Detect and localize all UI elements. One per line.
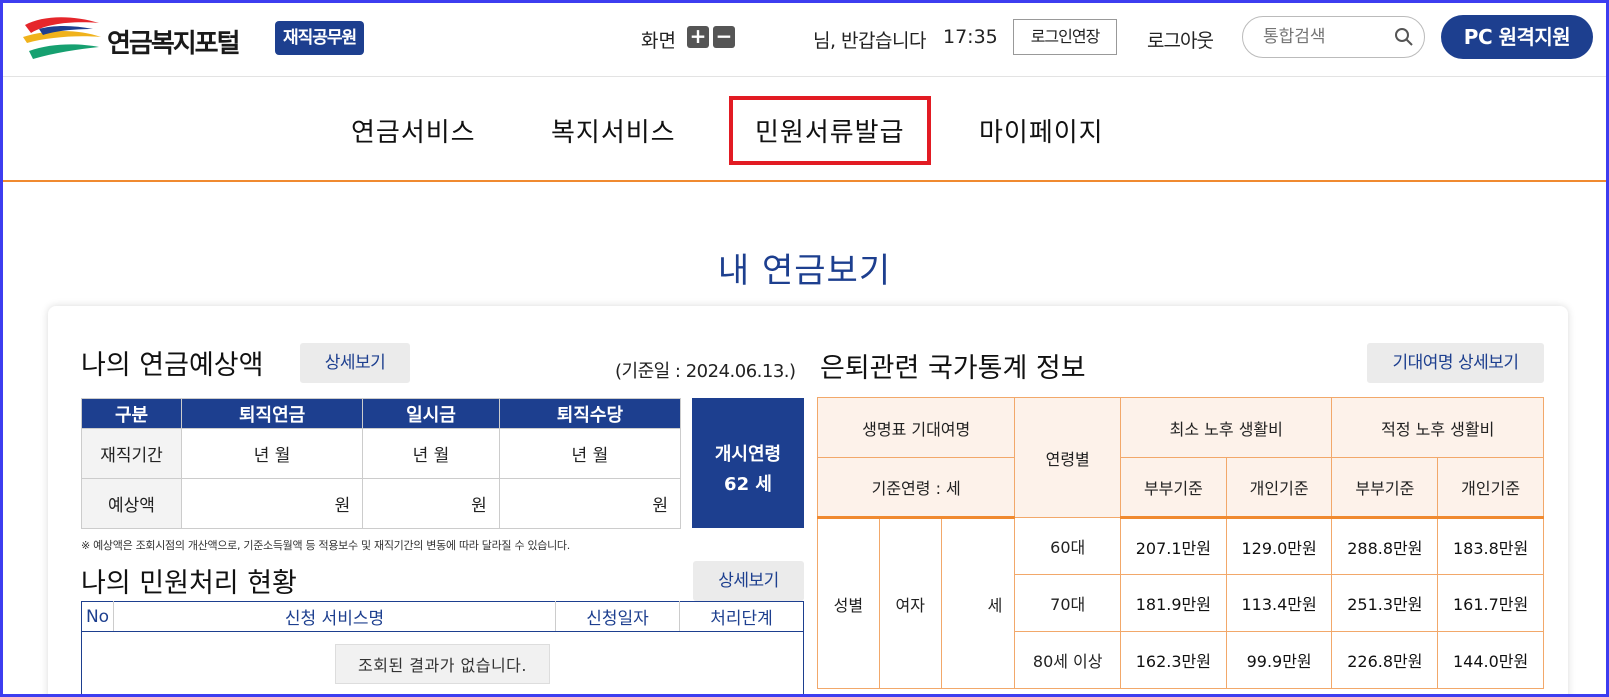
table-cell: 129.0만원 [1225, 517, 1333, 575]
table-cell: 원 [180, 478, 364, 529]
col-header: 기준연령 : 세 [816, 457, 1016, 519]
row-header: 성별 [817, 517, 880, 689]
row-header: 예상액 [81, 478, 182, 529]
table-cell: 144.0만원 [1437, 631, 1544, 689]
zoom-in-button[interactable]: + [687, 26, 709, 48]
table-cell: 161.7만원 [1437, 574, 1544, 632]
col-header: 부부기준 [1120, 457, 1227, 519]
col-header: No [81, 601, 114, 632]
col-header: 부부기준 [1331, 457, 1439, 519]
greeting-text: 님, 반갑습니다 [813, 30, 926, 52]
table-cell: 70대 [1014, 574, 1122, 632]
civil-detail-button[interactable]: 상세보기 [693, 561, 804, 601]
col-header: 처리단계 [679, 601, 804, 632]
col-header: 최소 노후 생활비 [1120, 397, 1333, 458]
logo-text[interactable]: 연금복지포털 [107, 23, 241, 60]
col-header: 퇴직수당 [498, 398, 682, 429]
col-header: 일시금 [362, 398, 500, 429]
main-nav: 연금서비스 복지서비스 민원서류발급 마이페이지 [3, 78, 1606, 182]
start-age-box: 개시연령 62 세 [692, 398, 804, 528]
table-row: 조회된 결과가 없습니다. [82, 632, 804, 695]
table-cell: 226.8만원 [1331, 631, 1439, 689]
logo-icon[interactable] [23, 15, 101, 59]
search-input[interactable] [1263, 27, 1383, 47]
col-header: 구분 [81, 398, 182, 429]
table-cell: 원 [498, 478, 682, 529]
start-age-value: 62 세 [724, 474, 772, 495]
table-cell: 원 [362, 478, 500, 529]
row-header: 재직기간 [81, 428, 182, 479]
life-expectancy-detail-button[interactable]: 기대여명 상세보기 [1367, 343, 1544, 383]
pc-remote-support-button[interactable]: PC 원격지원 [1441, 15, 1593, 59]
retirement-stats-title: 은퇴관련 국가통계 정보 [820, 353, 1086, 384]
table-row: 예상액 원 원 원 [81, 478, 682, 529]
col-header: 개인기준 [1225, 457, 1333, 519]
civil-status-table: No 신청 서비스명 신청일자 처리단계 조회된 결과가 없습니다. [81, 601, 804, 695]
extend-login-button[interactable]: 로그인연장 [1013, 19, 1117, 55]
retirement-stats-table: 생명표 기대여명 연령별 최소 노후 생활비 적정 노후 생활비 기준연령 : … [816, 397, 1544, 689]
table-cell: 80세 이상 [1014, 631, 1122, 689]
col-header: 연령별 [1014, 397, 1122, 518]
col-header: 생명표 기대여명 [816, 397, 1016, 458]
nav-item-mypage[interactable]: 마이페이지 [979, 112, 1104, 149]
table-cell: 세 [940, 517, 1016, 689]
pension-detail-button[interactable]: 상세보기 [300, 343, 410, 383]
table-cell: 60대 [1014, 517, 1122, 575]
table-row: 성별 여자 세 60대 207.1만원 129.0만원 288.8만원 183.… [817, 517, 1544, 689]
zoom-out-button[interactable]: − [713, 26, 735, 48]
nav-item-pension-service[interactable]: 연금서비스 [351, 112, 476, 149]
col-header: 적정 노후 생활비 [1331, 397, 1544, 458]
empty-result-message: 조회된 결과가 없습니다. [335, 644, 550, 684]
table-cell: 251.3만원 [1331, 574, 1439, 632]
col-header: 퇴직연금 [180, 398, 364, 429]
site-header: 연금복지포털 재직공무원 화면 + − 님, 반갑습니다 17:35 로그인연장… [3, 3, 1606, 77]
col-header: 신청 서비스명 [113, 601, 556, 632]
start-age-label: 개시연령 [714, 444, 782, 465]
search-icon[interactable] [1394, 27, 1414, 47]
table-cell: 207.1만원 [1120, 517, 1227, 575]
base-date: (기준일 : 2024.06.13.) [615, 361, 796, 382]
table-cell: 년 월 [180, 428, 364, 479]
table-row: 재직기간 년 월 년 월 년 월 [81, 428, 682, 479]
page-frame: 연금복지포털 재직공무원 화면 + − 님, 반갑습니다 17:35 로그인연장… [0, 0, 1609, 697]
estimate-note: ※ 예상액은 조회시점의 개산액으로, 기준소득월액 등 적용보수 및 재직기간… [81, 539, 570, 552]
nav-item-welfare-service[interactable]: 복지서비스 [551, 112, 676, 149]
role-badge: 재직공무원 [275, 21, 365, 55]
table-cell: 년 월 [498, 428, 682, 479]
col-header: 개인기준 [1437, 457, 1544, 519]
nav-item-civil-documents[interactable]: 민원서류발급 [729, 96, 931, 165]
civil-status-title: 나의 민원처리 현황 [81, 568, 297, 599]
page-title: 내 연금보기 [717, 251, 892, 291]
session-timer: 17:35 [943, 26, 998, 48]
zoom-label: 화면 [641, 30, 676, 52]
table-cell: 181.9만원 [1120, 574, 1227, 632]
pension-estimate-title: 나의 연금예상액 [81, 350, 264, 381]
table-cell: 162.3만원 [1120, 631, 1227, 689]
logout-link[interactable]: 로그아웃 [1147, 26, 1214, 53]
search-box [1242, 16, 1425, 58]
table-cell: 113.4만원 [1225, 574, 1333, 632]
table-cell: 99.9만원 [1225, 631, 1333, 689]
table-cell: 여자 [878, 517, 942, 689]
table-cell: 년 월 [362, 428, 500, 479]
table-cell: 183.8만원 [1437, 517, 1544, 575]
pension-estimate-table: 구분 퇴직연금 일시금 퇴직수당 재직기간 년 월 년 월 년 월 예상액 원 … [81, 398, 682, 529]
table-cell: 288.8만원 [1331, 517, 1439, 575]
col-header: 신청일자 [555, 601, 680, 632]
